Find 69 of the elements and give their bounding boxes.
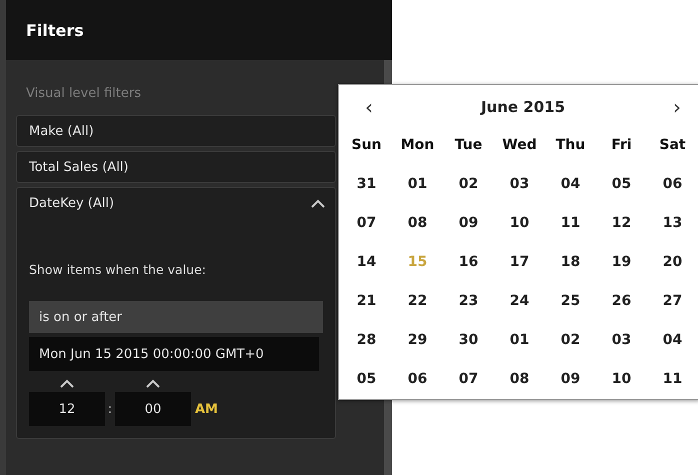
calendar-day[interactable]: 13 (647, 210, 698, 234)
calendar-day[interactable]: 11 (545, 210, 596, 234)
calendar-day[interactable]: 06 (392, 366, 443, 390)
filter-card[interactable]: Make (All) (16, 115, 336, 147)
time-separator: : (106, 402, 114, 416)
next-month-button[interactable]: › (669, 95, 685, 119)
calendar-day[interactable]: 16 (443, 250, 494, 274)
calendar-day[interactable]: 04 (545, 172, 596, 196)
section-label: Visual level filters (26, 86, 142, 101)
filter-label: DateKey (All) (29, 196, 114, 210)
minute-field[interactable]: 00 (115, 392, 191, 426)
calendar-day[interactable]: 04 (647, 328, 698, 352)
calendar-day[interactable]: 25 (545, 288, 596, 312)
collapse-caret-icon[interactable] (311, 198, 325, 208)
calendar-day[interactable]: 01 (494, 328, 545, 352)
calendar-day[interactable]: 26 (596, 288, 647, 312)
calendar-day[interactable]: 09 (545, 366, 596, 390)
calendar-day[interactable]: 19 (596, 250, 647, 274)
operator-dropdown[interactable]: is on or after (29, 301, 323, 333)
calendar-day[interactable]: 06 (647, 172, 698, 196)
date-field[interactable]: Mon Jun 15 2015 00:00:00 GMT+0 (29, 337, 319, 371)
weekday-label: Tue (454, 136, 484, 152)
minute-up-icon[interactable] (146, 379, 160, 388)
calendar-day[interactable]: 08 (392, 210, 443, 234)
calendar-day[interactable]: 08 (494, 366, 545, 390)
calendar-day[interactable]: 01 (392, 172, 443, 196)
panel-title: Filters (26, 20, 84, 40)
calendar-day[interactable]: 18 (545, 250, 596, 274)
month-title: June 2015 (480, 98, 566, 116)
calendar-day[interactable]: 22 (392, 288, 443, 312)
weekday-label: Wed (501, 136, 538, 152)
weekday-label: Sat (658, 136, 687, 152)
hour-field[interactable]: 12 (29, 392, 105, 426)
filter-label: Make (All) (29, 124, 94, 138)
calendar-day[interactable]: 03 (494, 172, 545, 196)
calendar-day[interactable]: 03 (596, 328, 647, 352)
calendar-day[interactable]: 02 (545, 328, 596, 352)
calendar-day[interactable]: 21 (341, 288, 392, 312)
calendar-day[interactable]: 31 (341, 172, 392, 196)
calendar-day[interactable]: 02 (443, 172, 494, 196)
calendar-day[interactable]: 20 (647, 250, 698, 274)
calendar-day[interactable]: 27 (647, 288, 698, 312)
calendar-day[interactable]: 05 (341, 366, 392, 390)
calendar-day[interactable]: 10 (596, 366, 647, 390)
weekday-label: Mon (400, 136, 436, 152)
calendar-day[interactable]: 10 (494, 210, 545, 234)
weekday-label: Thu (554, 136, 586, 152)
am-pm-toggle[interactable]: AM (195, 402, 323, 416)
calendar-day[interactable]: 29 (392, 328, 443, 352)
calendar-day[interactable]: 12 (596, 210, 647, 234)
filter-card[interactable]: DateKey (All) Show items when the value: is on or after Mon Jun 15 2015 00:00:00 GMT+0 12 : 00 AM (16, 187, 336, 439)
calendar-day[interactable]: 07 (443, 366, 494, 390)
hour-up-icon[interactable] (60, 379, 74, 388)
previous-month-button[interactable]: ‹ (361, 95, 377, 119)
calendar-day[interactable]: 07 (341, 210, 392, 234)
calendar-day[interactable]: 09 (443, 210, 494, 234)
calendar-day[interactable]: 14 (341, 250, 392, 274)
calendar-day[interactable]: 17 (494, 250, 545, 274)
filter-label: Total Sales (All) (29, 160, 128, 174)
calendar-day[interactable]: 05 (596, 172, 647, 196)
weekday-label: Fri (610, 136, 633, 152)
calendar-day[interactable]: 24 (494, 288, 545, 312)
weekday-label: Sun (350, 136, 383, 152)
condition-label: Show items when the value: (29, 262, 208, 277)
filter-card[interactable]: Total Sales (All) (16, 151, 336, 183)
calendar-day[interactable]: 28 (341, 328, 392, 352)
calendar-day[interactable]: 30 (443, 328, 494, 352)
calendar-day[interactable]: 11 (647, 366, 698, 390)
calendar-day[interactable]: 23 (443, 288, 494, 312)
